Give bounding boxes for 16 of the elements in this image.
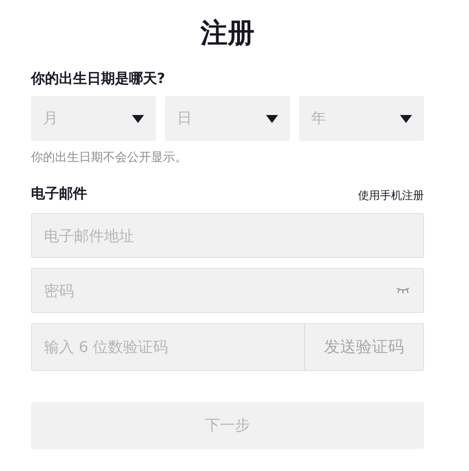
caret-icon [266, 114, 278, 122]
email-label: 电子邮件 [31, 185, 87, 203]
caret-icon [400, 114, 412, 122]
birthday-hint: 你的出生日期不会公开显示。 [31, 149, 188, 165]
send-code-button[interactable]: 发送验证码 [304, 323, 424, 371]
date-select[interactable]: 年 [299, 96, 424, 141]
date-select[interactable]: 月 [31, 96, 156, 141]
page-title: 注册 [199, 17, 256, 51]
code-field[interactable]: 输入 6 位数验证码 [31, 323, 304, 371]
birthday-label: 你的出生日期是哪天? [31, 70, 166, 88]
email-field[interactable]: 电子邮件地址 [31, 213, 424, 258]
caret-icon [132, 114, 144, 122]
date-select[interactable]: 日 [165, 96, 290, 141]
closed-eye-icon[interactable] [396, 287, 410, 294]
password-field[interactable]: 密码 [31, 268, 424, 313]
phone-signup-link[interactable]: 使用手机注册 [358, 188, 424, 203]
